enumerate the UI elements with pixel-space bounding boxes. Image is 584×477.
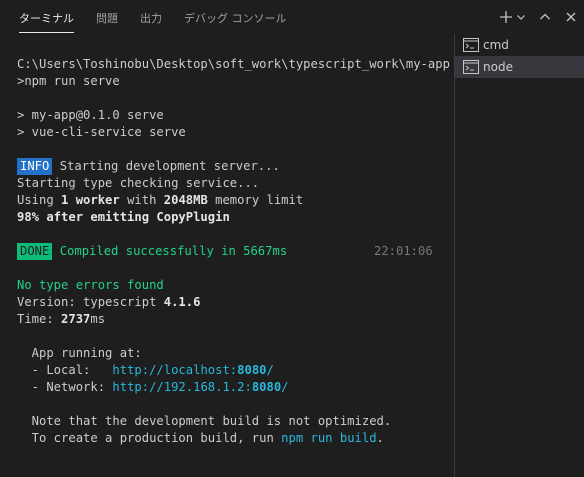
path-line: C:\Users\Toshinobu\Desktop\soft_work\typ… bbox=[17, 57, 450, 71]
local-url-host: http://localhost: bbox=[112, 363, 238, 377]
version-label: Version: typescript bbox=[17, 295, 164, 309]
plus-icon bbox=[500, 11, 512, 23]
worker-count: 1 worker bbox=[61, 193, 120, 207]
local-line: - Local: http://localhost:8080/ bbox=[17, 362, 454, 379]
note-line: Note that the development build is not o… bbox=[17, 414, 392, 428]
time-label: Time: bbox=[17, 312, 62, 326]
close-panel-button[interactable] bbox=[558, 6, 584, 28]
close-icon bbox=[566, 12, 576, 22]
terminal-output[interactable]: C:\Users\Toshinobu\Desktop\soft_work\typ… bbox=[0, 34, 454, 477]
tab-output[interactable]: 出力 bbox=[140, 0, 162, 34]
tab-problems[interactable]: 問題 bbox=[96, 0, 118, 34]
terminal-icon bbox=[463, 38, 479, 52]
version-line: Version: typescript 4.1.6 bbox=[17, 294, 454, 311]
time-line: Time: 2737ms bbox=[17, 311, 454, 328]
progress-line: 98% after emitting CopyPlugin bbox=[17, 210, 230, 224]
terminal-list-label: cmd bbox=[483, 38, 509, 52]
terminal-list-item-node[interactable]: node bbox=[455, 56, 584, 78]
memory-value: 2048MB bbox=[163, 193, 208, 207]
type-check-line: Starting type checking service... bbox=[17, 176, 260, 190]
serve-line-1: > my-app@0.1.0 serve bbox=[17, 108, 164, 122]
app-running-line: App running at: bbox=[17, 346, 142, 360]
serve-line-2: > vue-cli-service serve bbox=[17, 125, 186, 139]
launch-profile-button[interactable] bbox=[514, 6, 528, 28]
terminal-list-item-cmd[interactable]: cmd bbox=[455, 34, 584, 56]
chevron-up-icon bbox=[540, 13, 550, 20]
network-port: 8080 bbox=[251, 380, 282, 394]
panel-tab-bar: ターミナル 問題 出力 デバッグ コンソール bbox=[0, 0, 584, 34]
production-line: To create a production build, run npm ru… bbox=[17, 430, 454, 447]
using-middle: with bbox=[119, 193, 164, 207]
terminal-icon bbox=[463, 60, 479, 74]
info-line: INFO Starting development server... bbox=[17, 158, 454, 175]
using-line: Using 1 worker with 2048MB memory limit bbox=[17, 192, 454, 209]
panel-actions bbox=[498, 0, 584, 34]
done-timestamp: 22:01:06 bbox=[374, 244, 433, 258]
tab-terminal[interactable]: ターミナル bbox=[19, 0, 74, 33]
using-suffix: memory limit bbox=[207, 193, 304, 207]
terminal-list: cmd node bbox=[454, 34, 584, 477]
info-badge: INFO bbox=[17, 158, 53, 175]
no-errors-line: No type errors found bbox=[17, 278, 164, 292]
time-unit: ms bbox=[90, 312, 106, 326]
done-text: Compiled successfully in 5667ms bbox=[52, 244, 288, 258]
network-line: - Network: http://192.168.1.2:8080/ bbox=[17, 379, 454, 396]
network-url-host: http://192.168.1.2: bbox=[112, 380, 252, 394]
chevron-down-icon bbox=[517, 15, 525, 20]
local-url-tail: / bbox=[266, 363, 274, 377]
terminal-list-label: node bbox=[483, 60, 513, 74]
command-line: >npm run serve bbox=[17, 74, 120, 88]
done-badge: DONE bbox=[17, 243, 53, 260]
production-prefix: To create a production build, run bbox=[17, 431, 282, 445]
production-command: npm run build bbox=[281, 431, 377, 445]
network-label: - Network: bbox=[17, 380, 113, 394]
time-value: 2737 bbox=[61, 312, 91, 326]
new-terminal-button[interactable] bbox=[498, 6, 514, 28]
terminal-panel: ターミナル 問題 出力 デバッグ コンソール C:\Users\Toshinob… bbox=[0, 0, 584, 477]
maximize-panel-button[interactable] bbox=[532, 6, 558, 28]
network-url-tail: / bbox=[281, 380, 289, 394]
local-label: - Local: bbox=[17, 363, 113, 377]
local-port: 8080 bbox=[237, 363, 267, 377]
info-text: Starting development server... bbox=[52, 159, 280, 173]
using-prefix: Using bbox=[17, 193, 62, 207]
done-line: DONE Compiled successfully in 5667ms 22:0… bbox=[17, 243, 454, 260]
version-value: 4.1.6 bbox=[163, 295, 201, 309]
local-url[interactable]: http://localhost:8080/ bbox=[112, 363, 273, 377]
tab-debug-console[interactable]: デバッグ コンソール bbox=[184, 0, 287, 34]
production-suffix: . bbox=[376, 431, 384, 445]
network-url[interactable]: http://192.168.1.2:8080/ bbox=[112, 380, 288, 394]
